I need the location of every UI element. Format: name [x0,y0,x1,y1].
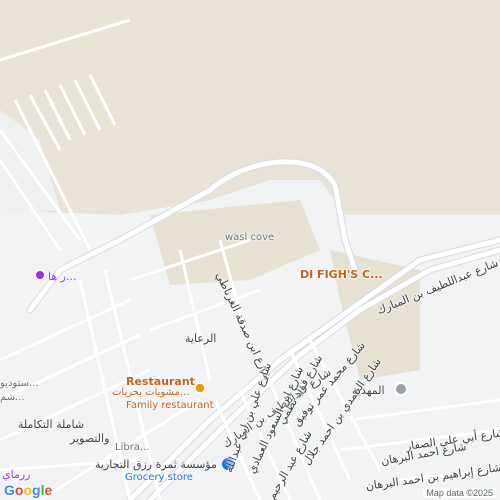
restaurant-pin [194,382,206,394]
map-canvas[interactable]: wasl cove شارع ابن صدقة الغرناطي DI FIGH… [0,0,500,500]
label-wasl-cove: wasl cove [225,232,275,243]
label-library: Libra... [115,442,150,453]
restaurant-category: Family restaurant [126,400,214,411]
label-photography: والتصوير [70,432,110,445]
restaurant-arabic-name[interactable]: مشويات بحريات... [112,387,189,398]
grocery-category: Grocery store [125,472,193,483]
road-nw-1 [0,18,131,62]
label-almahdia: المهدية [352,384,385,397]
label-rermai[interactable]: ررماي [2,468,30,481]
label-purple-poi[interactable]: ر ها... [48,270,76,283]
label-partial-west: شم... [0,392,25,403]
google-logo: Google [4,482,53,498]
grocery-name[interactable]: مؤسسة ثمرة رزق التجارية [95,458,217,471]
label-alriaya: الرعاية [185,332,217,345]
landmark-marker [394,382,408,396]
map-data-attribution[interactable]: Map data ©2025 [423,488,496,498]
purple-pin [36,271,44,279]
label-studio: ستوديو... [0,378,39,389]
label-comprehensive: شاملة التكاملة [18,418,85,431]
label-di-fighs[interactable]: DI FIGH'S C... [300,268,383,281]
